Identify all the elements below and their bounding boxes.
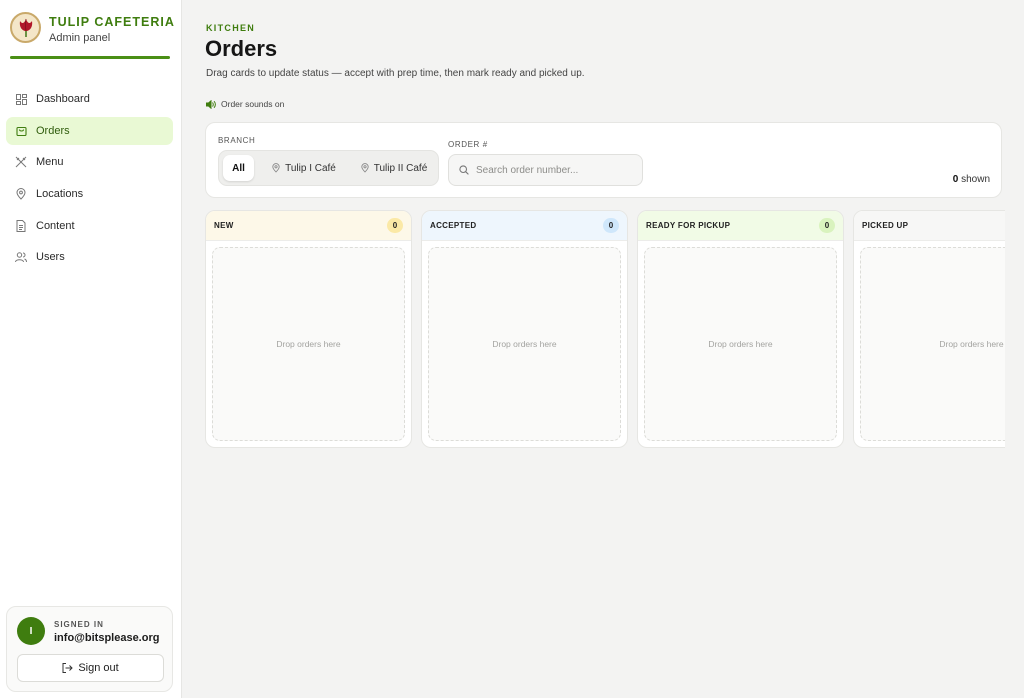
brand[interactable]: TULIP CAFETERIA Admin panel [10, 12, 175, 60]
sidebar-item-menu[interactable]: Menu [6, 148, 173, 176]
branch-option-all[interactable]: All [223, 155, 254, 181]
map-pin-icon [15, 188, 27, 200]
order-search-field[interactable] [448, 154, 643, 186]
speaker-icon [206, 99, 216, 109]
column-header: READY FOR PICKUP 0 [638, 211, 843, 241]
sidebar-item-label: Locations [36, 188, 84, 201]
drop-zone[interactable]: Drop orders here [860, 247, 1005, 441]
document-icon [15, 219, 27, 232]
column-title: NEW [214, 221, 234, 230]
avatar: I [17, 617, 45, 645]
shown-count-value: 0 [952, 174, 959, 185]
brand-name: TULIP CAFETERIA [49, 15, 175, 29]
page-title: Orders [205, 36, 278, 61]
column-count-badge: 0 [603, 218, 619, 233]
page-subtitle: Drag cards to update status — accept wit… [206, 68, 585, 79]
signed-in-label: SIGNED IN [54, 620, 104, 629]
sidebar-item-dashboard[interactable]: Dashboard [6, 85, 173, 113]
sign-out-icon [62, 663, 74, 673]
column-header: NEW 0 [206, 211, 411, 241]
dashboard-icon [15, 93, 27, 105]
sign-out-button[interactable]: Sign out [17, 654, 164, 682]
search-icon [459, 165, 469, 175]
drop-zone[interactable]: Drop orders here [644, 247, 837, 441]
sidebar-item-label: Dashboard [36, 93, 90, 105]
order-board: NEW 0 Drop orders here ACCEPTED 0 Drop o… [205, 210, 1005, 450]
drop-zone[interactable]: Drop orders here [428, 247, 621, 441]
signed-in-card: I SIGNED IN info@bitsplease.org Sign out [6, 606, 173, 692]
drop-zone-text: Drop orders here [276, 339, 341, 349]
branch-option-label: Tulip I Café [285, 162, 336, 174]
user-email: info@bitsplease.org [54, 632, 160, 644]
order-sounds-label: Order sounds on [221, 99, 285, 109]
sidebar-item-orders[interactable]: Orders [6, 116, 173, 145]
sidebar-item-users[interactable]: Users [6, 243, 173, 271]
column-title: READY FOR PICKUP [646, 221, 731, 230]
sidebar-nav: Dashboard Orders Menu Locations Content [6, 85, 173, 275]
drop-zone-text: Drop orders here [939, 339, 1004, 349]
branch-option-label: Tulip II Café [373, 162, 428, 174]
tulip-logo-icon [10, 12, 41, 43]
column-header: ACCEPTED 0 [422, 211, 627, 241]
users-icon [15, 251, 27, 263]
column-title: ACCEPTED [430, 221, 477, 230]
sidebar-item-label: Content [36, 219, 75, 232]
branch-label: BRANCH [218, 136, 256, 145]
search-input[interactable] [476, 164, 636, 176]
sidebar: TULIP CAFETERIA Admin panel Dashboard Or… [0, 0, 182, 698]
drop-zone[interactable]: Drop orders here [212, 247, 405, 441]
branch-option-tulip-1[interactable]: Tulip I Café [261, 155, 347, 181]
map-pin-icon [272, 163, 280, 173]
page-kicker: KITCHEN [206, 23, 256, 33]
column-count-badge: 0 [819, 218, 835, 233]
sign-out-label: Sign out [78, 662, 119, 674]
column-title: PICKED UP [862, 221, 909, 230]
sidebar-item-label: Orders [36, 124, 70, 137]
filter-panel: BRANCH All Tulip I Café Tulip II Café OR… [205, 122, 1002, 198]
column-count-badge: 0 [387, 218, 403, 233]
brand-divider [10, 56, 170, 59]
shopping-bag-icon [15, 125, 27, 137]
branch-selector: All Tulip I Café Tulip II Café [218, 150, 439, 186]
order-number-label: ORDER # [448, 140, 488, 149]
column-picked-up: PICKED UP Drop orders here [853, 210, 1005, 448]
sidebar-item-label: Menu [36, 156, 64, 169]
column-accepted: ACCEPTED 0 Drop orders here [421, 210, 628, 448]
shown-count-suffix: shown [961, 174, 990, 185]
sidebar-item-locations[interactable]: Locations [6, 180, 173, 208]
map-pin-icon [361, 163, 369, 173]
column-new: NEW 0 Drop orders here [205, 210, 412, 448]
drop-zone-text: Drop orders here [492, 339, 557, 349]
order-sounds-toggle[interactable]: Order sounds on [206, 99, 284, 109]
drop-zone-text: Drop orders here [708, 339, 773, 349]
sidebar-item-label: Users [36, 251, 65, 264]
utensils-icon [15, 156, 27, 168]
branch-option-tulip-2[interactable]: Tulip II Café [351, 155, 437, 181]
column-ready-for-pickup: READY FOR PICKUP 0 Drop orders here [637, 210, 844, 448]
column-header: PICKED UP [854, 211, 1005, 241]
sidebar-item-content[interactable]: Content [6, 212, 173, 240]
brand-subtitle: Admin panel [49, 32, 111, 44]
branch-option-label: All [232, 162, 245, 174]
shown-count: 0 shown [953, 174, 990, 185]
